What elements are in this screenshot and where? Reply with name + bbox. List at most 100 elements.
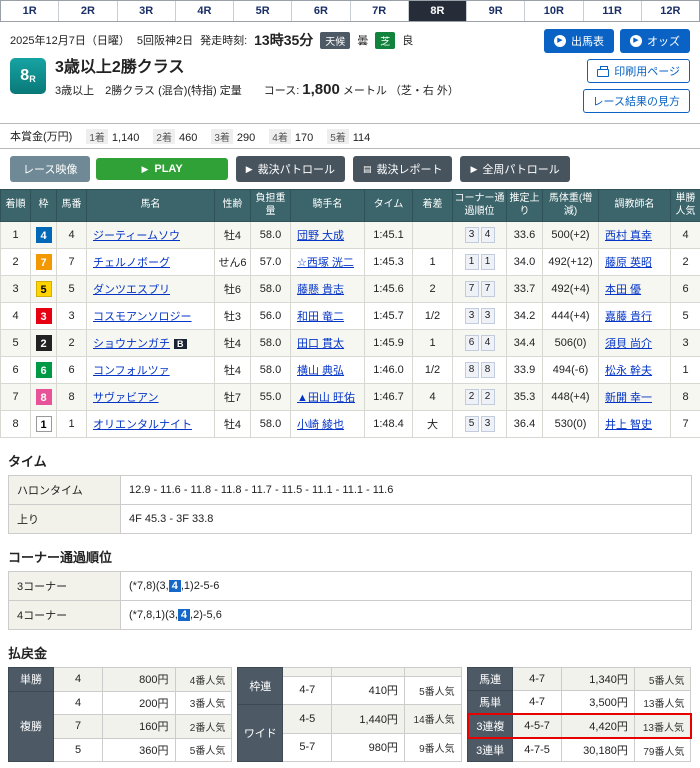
finish-time: 1:46.0 [365,357,413,384]
race-tab[interactable]: 4R [175,1,233,21]
corner4-order-post: ,2)-5,6 [190,609,222,621]
horse-name-link[interactable]: コンフォルツァ [93,365,170,377]
race-conditions: 3歳以上 2勝クラス (混合)(特指) 定量 [55,82,242,98]
odds-button[interactable]: ▶ オッズ [620,29,690,53]
corner4-position: 8 [481,362,495,378]
jockey-link[interactable]: 横山 典弘 [297,365,344,377]
jockey-link[interactable]: 団野 大成 [297,230,344,242]
jockey-link[interactable]: ☆西塚 洸二 [297,257,354,269]
win-label: 単勝 [9,668,54,692]
print-page-button[interactable]: 印刷用ページ [587,59,690,83]
horse-name-link[interactable]: サヴァビアン [93,392,159,404]
race-tab[interactable]: 11R [583,1,641,21]
result-guide-button[interactable]: レース結果の見方 [583,89,690,113]
wide-combo: 5-7 [283,733,332,761]
horse-number: 1 [57,411,87,438]
race-video-button[interactable]: レース映像 [10,156,90,182]
race-tab[interactable]: 9R [466,1,524,21]
corner4-position: 7 [481,281,495,297]
corner-positions: 64 [453,330,507,357]
frame-badge: 2 [36,335,52,351]
frame-cell: 2 [31,330,57,357]
race-title-block: 3歳以上2勝クラス 3歳以上 2勝クラス (混合)(特指) 定量 コース: 1,… [55,58,459,98]
payout-table-exotics: 馬連 4-7 1,340円 5番人気 馬単 4-7 3,500円 13番人気 3… [467,667,692,762]
carried-weight: 58.0 [251,411,291,438]
corner3-position: 2 [465,389,479,405]
race-title-line: 8 R 3歳以上2勝クラス 3歳以上 2勝クラス (混合)(特指) 定量 コース… [10,58,480,98]
jockey-link[interactable]: ▲田山 旺佑 [297,392,355,404]
finish-position: 3 [1,276,31,303]
carried-weight: 58.0 [251,330,291,357]
last-furlongs-value: 4F 45.3 - 3F 33.8 [121,505,692,534]
trainer-link[interactable]: 松永 幹夫 [605,365,652,377]
race-tab[interactable]: 5R [233,1,291,21]
stewards-patrol-button[interactable]: ▶ 裁決パトロール [236,156,345,182]
jockey-link[interactable]: 田口 貫太 [297,338,344,350]
jockey-link[interactable]: 和田 竜二 [297,311,344,323]
win-popularity: 8 [671,384,700,411]
corner-positions: 22 [453,384,507,411]
jockey-cell: 横山 典弘 [291,357,365,384]
horse-name-link[interactable]: オリエンタルナイト [93,419,192,431]
corner3-order-post: ,1)2-5-6 [181,580,220,592]
corner3-position: 3 [465,227,479,243]
entries-button[interactable]: ▶ 出馬表 [544,29,614,53]
circle-arrow-icon: ▶ [554,35,566,47]
trainer-link[interactable]: 新開 幸一 [605,392,652,404]
sex-age: 牡4 [215,330,251,357]
horse-name-link[interactable]: ショウナンガチ [93,338,170,350]
race-number-badge: 8 R [10,58,46,94]
horse-name-link[interactable]: ダンツエスプリ [93,284,170,296]
all-round-patrol-button[interactable]: ▶ 全周パトロール [460,156,569,182]
race-tab[interactable]: 12R [641,1,699,21]
race-tab[interactable]: 7R [350,1,408,21]
wide-combo: 4-5 [283,705,332,733]
frame-badge: 4 [36,227,52,243]
prize-money-label: 本賞金(万円) [10,128,72,144]
horse-name-cell: チェルノボーグ [87,249,215,276]
horse-weight: 500(+2) [543,222,599,249]
prize-amount: 290 [237,132,255,144]
race-tab[interactable]: 10R [524,1,582,21]
horse-name-link[interactable]: ジーティームソウ [93,230,180,242]
corner3-order-pre: (*7,8)(3, [129,580,169,592]
corner4-position: 3 [481,308,495,324]
win-popularity: 4 [671,222,700,249]
trainer-link[interactable]: 藤原 英昭 [605,257,652,269]
carried-weight: 57.0 [251,249,291,276]
col-last-3f: 推定上り [507,190,543,222]
stewards-report-button[interactable]: ▤ 裁決レポート [353,156,453,182]
exacta-amount: 3,500円 [561,691,634,715]
wide-popularity: 9番人気 [404,733,461,761]
horse-name-link[interactable]: チェルノボーグ [93,257,170,269]
race-number-nav: 1R 2R 3R 4R 5R 6R 7R 8R 9R 10R 11R 12R [0,0,700,22]
prize-place-label: 4着 [269,129,291,144]
jockey-link[interactable]: 小崎 綾也 [297,419,344,431]
corner4-order-pre: (*7,8,1)(3, [129,609,178,621]
trainer-link[interactable]: 西村 真幸 [605,230,652,242]
race-tab[interactable]: 1R [1,1,58,21]
prize-item: 4着 170 [269,129,313,144]
bracket-combo: 4-7 [283,676,332,704]
trainer-link[interactable]: 本田 優 [605,284,641,296]
race-tab[interactable]: 8R [408,1,466,21]
trainer-link[interactable]: 須貝 尚介 [605,338,652,350]
corner-order-table: 3コーナー (*7,8)(3,4,1)2-5-6 4コーナー (*7,8,1)(… [8,571,692,630]
play-button[interactable]: ▶ PLAY [96,158,227,180]
race-tab[interactable]: 2R [58,1,116,21]
place-combo: 7 [54,715,103,739]
trifecta-combo: 4-7-5 [513,738,562,762]
horse-name-link[interactable]: コスモアンソロジー [93,311,192,323]
race-tab[interactable]: 3R [117,1,175,21]
exacta-combo: 4-7 [513,691,562,715]
jockey-link[interactable]: 藤懸 貴志 [297,284,344,296]
prize-place-label: 2着 [153,129,175,144]
margin: 1/2 [413,303,453,330]
trainer-link[interactable]: 井上 智史 [605,419,652,431]
trainer-link[interactable]: 嘉藤 貴行 [605,311,652,323]
sex-age: 牡7 [215,384,251,411]
empty-cell [283,668,332,677]
jockey-cell: 田口 貫太 [291,330,365,357]
race-tab[interactable]: 6R [291,1,349,21]
horse-weight: 506(0) [543,330,599,357]
